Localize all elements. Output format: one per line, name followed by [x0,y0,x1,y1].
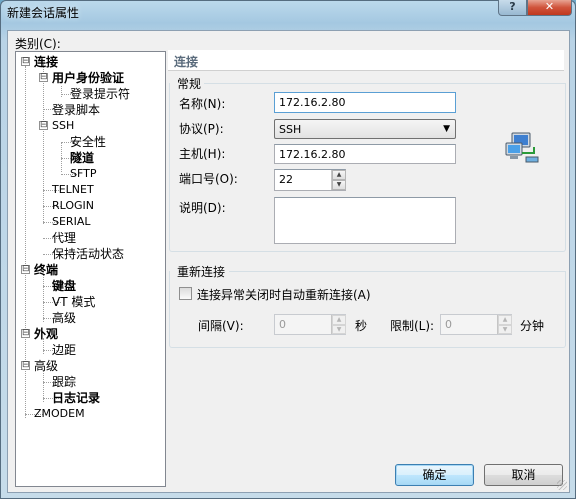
tree-item-terminal[interactable]: 终端 [34,263,58,277]
collapse-icon[interactable]: ⊟ [39,73,48,82]
port-label: 端口号(O): [179,172,238,186]
tree-item-advanced[interactable]: 高级 [52,311,76,325]
tree-item-logging[interactable]: 日志记录 [52,391,100,405]
host-label: 主机(H): [179,147,226,161]
auto-reconnect-label[interactable]: 连接异常关闭时自动重新连接(A) [197,286,371,303]
chevron-down-icon: ▼ [443,124,450,134]
section-header: 连接 [168,50,564,71]
tree-item-vt-mode[interactable]: VT 模式 [52,295,95,309]
category-tree[interactable]: ⊟ ⊟ ⊟ ⊟ ⊟ ⊟ 连接 用户身份验证 登录提示符 登录脚本 SSH 安全性… [15,51,166,487]
help-button[interactable]: ? [498,0,527,16]
category-label: 类别(C): [15,37,61,51]
host-input[interactable]: 172.16.2.80 [274,144,456,164]
collapse-icon[interactable]: ⊟ [21,265,30,274]
tree-item-telnet[interactable]: TELNET [52,183,94,197]
tree-item-ssh[interactable]: SSH [52,119,74,133]
spin-down-icon[interactable]: ▼ [332,180,346,190]
tree-item-advanced-root[interactable]: 高级 [34,359,58,373]
section-title: 连接 [174,55,199,69]
interval-label: 间隔(V): [198,319,244,333]
tree-item-rlogin[interactable]: RLOGIN [52,199,94,213]
tree-item-appearance[interactable]: 外观 [34,327,58,341]
name-input[interactable]: 172.16.2.80 [274,92,456,113]
tree-item-security[interactable]: 安全性 [70,135,106,149]
tree-item-tunnel[interactable]: 隧道 [70,151,94,165]
protocol-label: 协议(P): [179,122,224,136]
spin-up-icon[interactable]: ▲ [332,315,346,325]
reconnect-group [169,271,566,348]
interval-unit: 秒 [355,319,368,333]
collapse-icon[interactable]: ⊟ [21,329,30,338]
interval-stepper[interactable]: ▲ ▼ [331,315,346,334]
interval-value: 0 [279,318,286,331]
tree-item-proxy[interactable]: 代理 [52,231,76,245]
spin-up-icon[interactable]: ▲ [332,170,346,180]
network-computers-icon [504,131,540,165]
tree-item-connection[interactable]: 连接 [34,55,58,69]
tree-item-user-auth[interactable]: 用户身份验证 [52,71,124,85]
tree-item-login-prompt[interactable]: 登录提示符 [70,87,130,101]
tree-item-serial[interactable]: SERIAL [52,215,90,229]
description-label: 说明(D): [179,201,226,215]
tree-item-keyboard[interactable]: 键盘 [52,279,76,293]
port-stepper[interactable]: ▲ ▼ [331,170,346,190]
tree-item-sftp[interactable]: SFTP [70,167,96,181]
limit-value: 0 [445,318,452,331]
tree-item-trace[interactable]: 跟踪 [52,375,76,389]
close-button[interactable]: ✕ [527,0,572,16]
spin-down-icon[interactable]: ▼ [332,324,346,334]
port-value: 22 [279,173,293,186]
tree-item-login-script[interactable]: 登录脚本 [52,103,100,117]
spin-up-icon[interactable]: ▲ [498,315,512,325]
limit-stepper[interactable]: ▲ ▼ [497,315,512,334]
spin-down-icon[interactable]: ▼ [498,324,512,334]
tree-item-keepalive[interactable]: 保持活动状态 [52,247,124,261]
protocol-value: SSH [279,123,302,136]
dialog-body: 类别(C): ⊟ ⊟ ⊟ ⊟ ⊟ ⊟ 连接 用户身份验证 登录提示符 登录脚本 … [7,30,570,493]
resize-grip[interactable] [557,480,567,490]
auto-reconnect-checkbox[interactable] [179,287,192,300]
title-bar: 新建会话属性 ? ✕ [1,0,575,23]
window-title: 新建会话属性 [7,6,80,20]
tree-item-zmodem[interactable]: ZMODEM [34,407,85,421]
collapse-icon[interactable]: ⊟ [21,57,30,66]
ok-button[interactable]: 确定 [395,464,474,486]
tree-item-margin[interactable]: 边距 [52,343,76,357]
limit-label: 限制(L): [390,319,435,333]
collapse-icon[interactable]: ⊟ [39,121,48,130]
collapse-icon[interactable]: ⊟ [21,361,30,370]
cancel-button[interactable]: 取消 [484,464,563,486]
limit-unit: 分钟 [520,319,545,333]
dialog-window: 新建会话属性 ? ✕ 类别(C): ⊟ ⊟ ⊟ ⊟ ⊟ ⊟ 连接 用户身份验证 … [0,0,576,499]
protocol-select[interactable]: SSH ▼ [274,119,456,139]
name-label: 名称(N): [179,97,226,111]
description-input[interactable] [274,197,456,244]
